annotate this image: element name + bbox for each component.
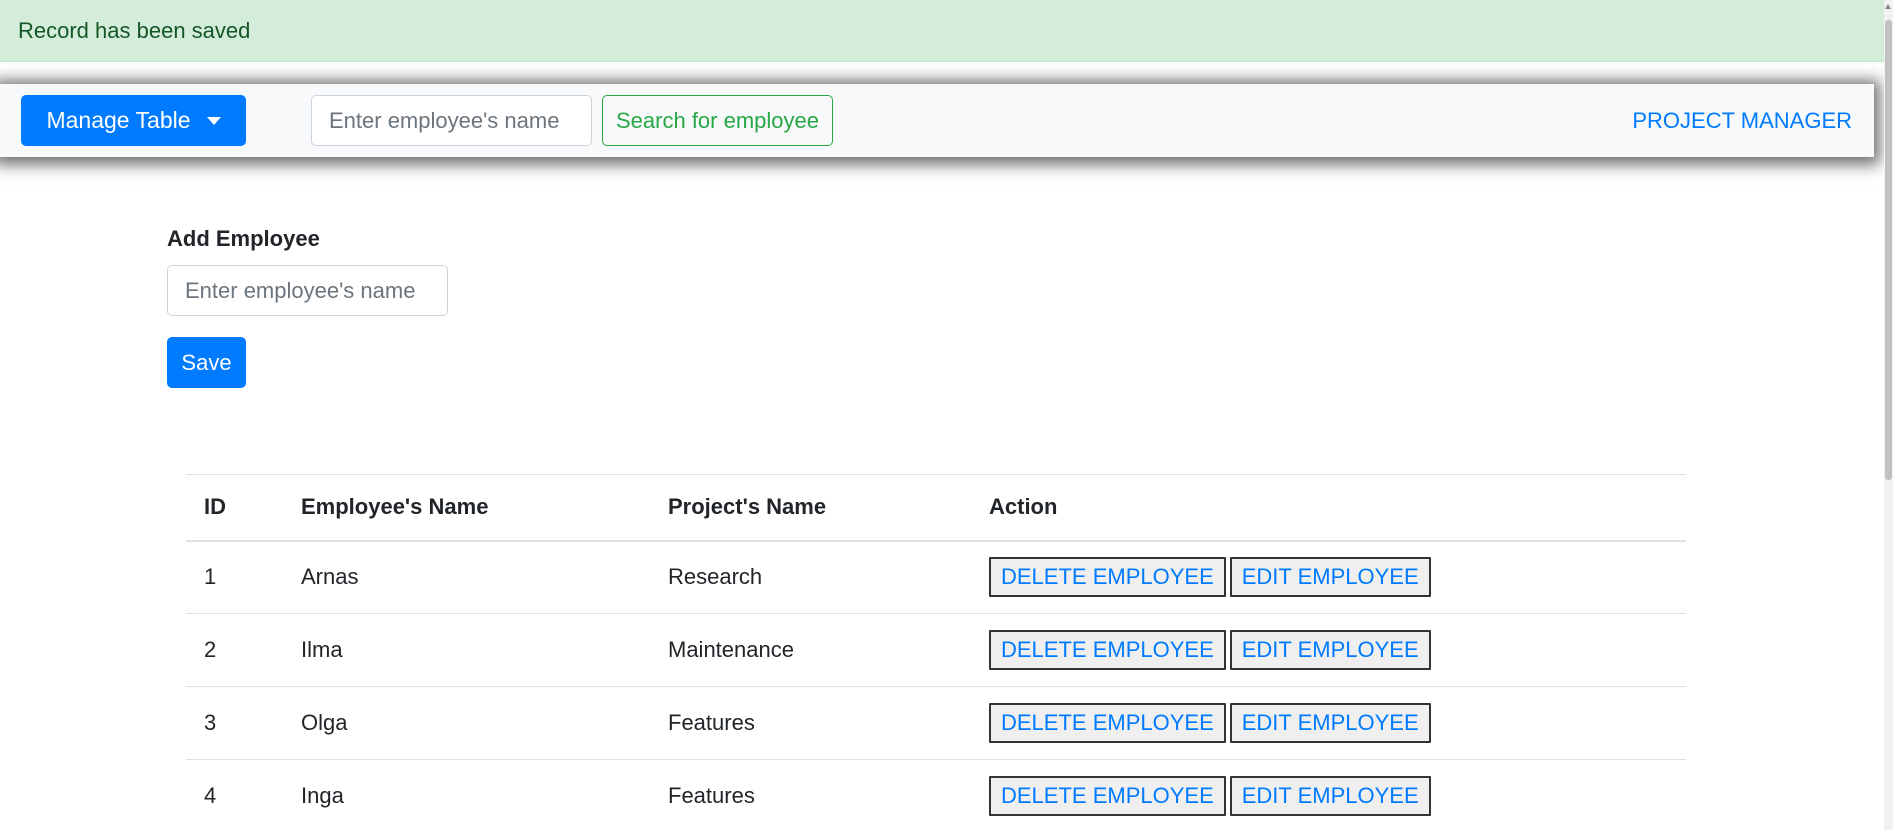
cell-project-name: Features [668,783,755,808]
cell-employee-name: Olga [301,710,348,735]
edit-employee-button[interactable]: EDIT EMPLOYEE [1229,776,1431,816]
vertical-scrollbar[interactable] [1884,0,1893,830]
header-project-name: Project's Name [668,494,827,520]
delete-employee-button[interactable]: DELETE EMPLOYEE [989,776,1226,816]
navbar: Manage Table Search for employee PROJECT… [0,84,1874,157]
cell-id: 3 [204,710,217,735]
success-alert: Record has been saved [0,0,1884,62]
cell-project-name: Features [668,710,755,735]
cell-id: 1 [204,564,217,590]
manage-table-dropdown-button[interactable]: Manage Table [21,95,246,146]
table-row: 4 Inga Features DELETE EMPLOYEE EDIT EMPL… [186,760,1686,830]
edit-employee-button[interactable]: EDIT EMPLOYEE [1229,557,1431,598]
table-row: 2 Ilma Maintenance DELETE EMPLOYEE EDIT E… [186,614,1686,687]
cell-action: DELETE EMPLOYEE EDIT EMPLOYEE [971,541,1686,614]
save-button[interactable]: Save [167,337,246,388]
header-action: Action [989,494,1058,520]
search-employee-button[interactable]: Search for employee [602,95,833,146]
scrollbar-thumb[interactable] [1885,20,1892,480]
cell-action: DELETE EMPLOYEE EDIT EMPLOYEE [971,760,1686,830]
table-header-row: ID Employee's Name Project's Name Action [186,474,1686,541]
cell-employee-name: Arnas [301,564,359,590]
employee-table-container: ID Employee's Name Project's Name Action… [186,474,1686,830]
cell-project-name: Research [668,564,763,590]
scroll-up-arrow-icon[interactable] [1885,4,1891,9]
brand-link[interactable]: PROJECT MANAGER [1632,84,1852,157]
employee-name-input[interactable] [167,265,448,316]
manage-table-label: Manage Table [46,107,191,133]
table-row: 1 Arnas Research DELETE EMPLOYEE EDIT EMP… [186,541,1686,614]
cell-id: 2 [204,637,217,662]
table-row: 3 Olga Features DELETE EMPLOYEE EDIT EMPL… [186,687,1686,760]
header-id: ID [204,494,226,520]
cell-employee-name: Ilma [301,637,343,662]
edit-employee-button[interactable]: EDIT EMPLOYEE [1229,703,1431,743]
cell-employee-name: Inga [301,783,344,808]
page: Record has been saved Manage Table Searc… [0,0,1893,830]
caret-down-icon [206,116,221,125]
cell-action: DELETE EMPLOYEE EDIT EMPLOYEE [971,687,1686,760]
delete-employee-button[interactable]: DELETE EMPLOYEE [989,703,1226,743]
cell-action: DELETE EMPLOYEE EDIT EMPLOYEE [971,614,1686,687]
add-employee-heading: Add Employee [167,226,320,251]
delete-employee-button[interactable]: DELETE EMPLOYEE [989,557,1226,598]
edit-employee-button[interactable]: EDIT EMPLOYEE [1229,630,1431,670]
cell-project-name: Maintenance [668,637,794,662]
alert-message: Record has been saved [18,17,251,43]
search-input[interactable] [311,95,592,146]
employee-table: ID Employee's Name Project's Name Action… [186,474,1686,830]
cell-id: 4 [204,783,217,808]
delete-employee-button[interactable]: DELETE EMPLOYEE [989,630,1226,670]
header-employee-name: Employee's Name [301,494,489,520]
